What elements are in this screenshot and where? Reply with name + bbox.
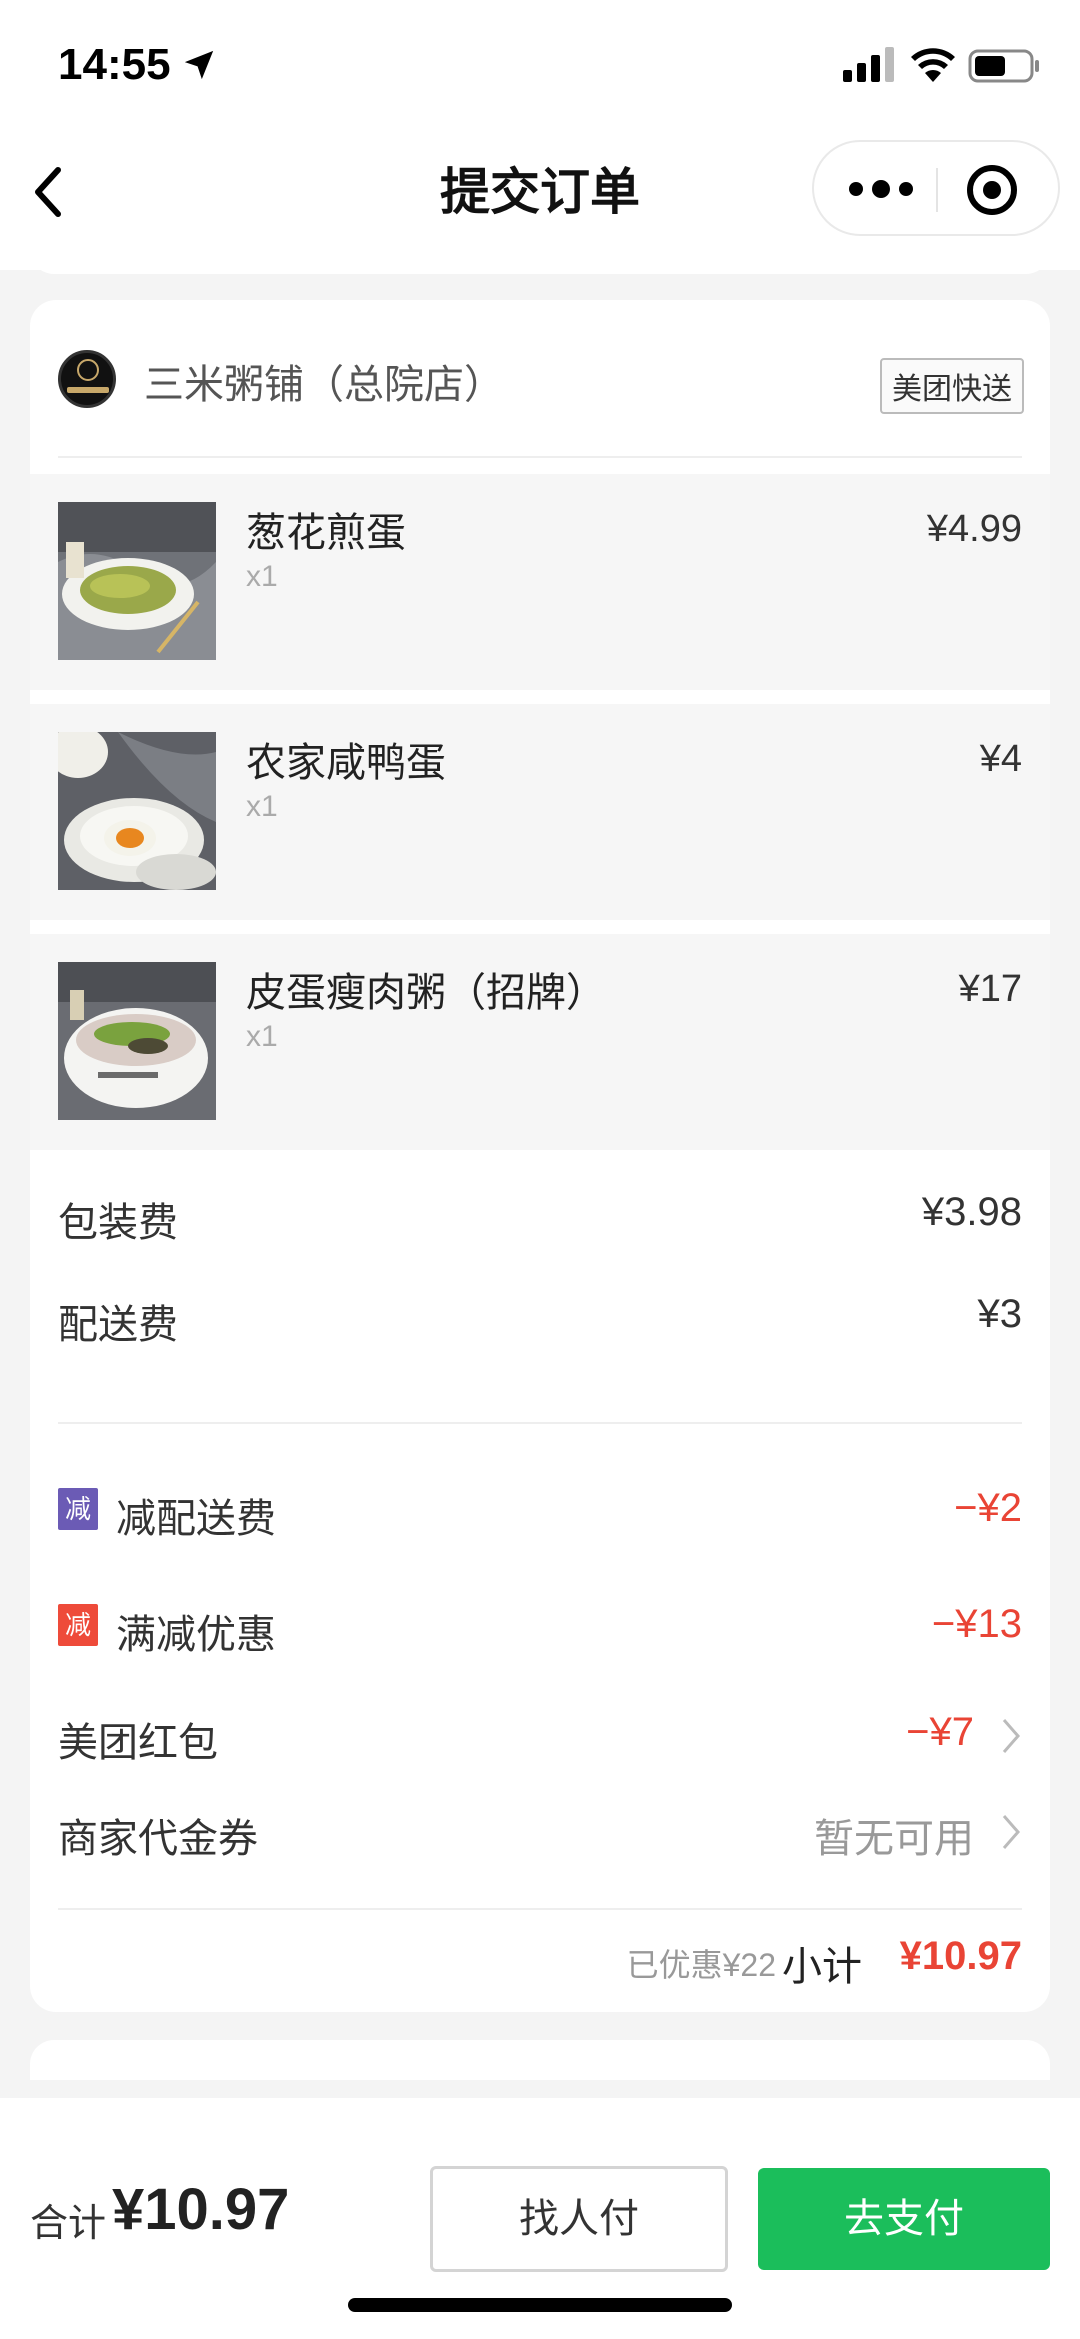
discount-badge: 减 [58,1488,98,1530]
fee-label: 配送费 [58,1303,178,1347]
item-name: 皮蛋瘦肉粥（招牌） [246,971,606,1015]
item-price: ¥4.99 [926,508,1022,550]
friend-pay-button[interactable]: 找人付 [430,2166,728,2272]
fee-label: 包装费 [58,1201,178,1245]
discount-label: 减配送费 [116,1497,276,1541]
red-packet-label: 美团红包 [58,1721,218,1765]
discount-row-full-reduction: 减 满减优惠 −¥13 [58,1596,1022,1657]
shop-logo [58,350,116,408]
delivery-badge: 美团快送 [880,358,1024,414]
red-packet-row[interactable]: 美团红包 −¥7 [58,1704,1022,1765]
close-target-icon[interactable] [964,162,1020,218]
subtotal-value: ¥10.97 [899,1934,1022,1978]
chevron-right-icon [1002,1815,1020,1849]
shop-name: 三米粥铺（总院店） [144,363,504,407]
item-quantity: x1 [246,790,278,823]
order-item: 葱花煎蛋 x1 ¥4.99 [30,474,1050,690]
voucher-value: 暂无可用 [814,1817,974,1861]
capsule-divider [936,168,938,212]
pay-button[interactable]: 去支付 [758,2168,1050,2270]
subtotal-row: 已优惠¥22 小计 ¥10.97 [58,1926,1022,1989]
order-item: 皮蛋瘦肉粥（招牌） x1 ¥17 [30,934,1050,1150]
item-image [58,962,216,1120]
packaging-fee-row: 包装费 ¥3.98 [58,1184,1022,1245]
item-price: ¥4 [979,738,1022,780]
status-time: 14:55 [58,40,171,89]
previous-card-edge [30,240,1050,274]
discount-value: −¥13 [931,1602,1022,1646]
location-arrow-icon [184,50,214,80]
wifi-icon [911,48,955,82]
discount-label: 满减优惠 [116,1613,276,1657]
shop-header[interactable]: 三米粥铺（总院店） 美团快送 [30,300,1050,458]
delivery-fee-row: 配送费 ¥3 [58,1286,1023,1347]
saved-amount: 已优惠¥22 [626,1947,776,1983]
order-card: 三米粥铺（总院店） 美团快送 葱花煎蛋 x1 ¥4.99 农家咸鸭蛋 x1 ¥4… [30,300,1050,2012]
order-item: 农家咸鸭蛋 x1 ¥4 [30,704,1050,920]
next-card-edge [30,2040,1050,2080]
subtotal-label: 小计 [782,1945,862,1989]
item-name: 农家咸鸭蛋 [246,741,446,785]
discount-badge: 减 [58,1604,98,1646]
battery-icon [968,49,1039,83]
miniprogram-capsule [812,140,1060,236]
chevron-right-icon [1002,1719,1020,1753]
home-indicator [348,2298,732,2312]
red-packet-value: −¥7 [906,1710,974,1754]
status-bar: 14:55 [0,0,1080,130]
discount-value: −¥2 [954,1486,1022,1530]
signal-icon [843,47,894,82]
item-name: 葱花煎蛋 [246,511,406,555]
item-image [58,502,216,660]
total-label: 合计 [30,2203,107,2245]
fee-value: ¥3 [977,1292,1023,1336]
item-quantity: x1 [246,1020,278,1053]
divider [58,456,1022,458]
discount-row-delivery: 减 减配送费 −¥2 [58,1480,1022,1541]
divider [58,1908,1022,1910]
voucher-label: 商家代金券 [58,1817,258,1861]
voucher-row[interactable]: 商家代金券 暂无可用 [58,1800,1022,1861]
item-quantity: x1 [246,560,278,593]
more-icon[interactable] [846,164,916,214]
item-image [58,732,216,890]
total-value: ¥10.97 [112,2177,290,2242]
divider [58,1422,1022,1424]
item-price: ¥17 [958,968,1022,1010]
fee-value: ¥3.98 [921,1190,1022,1234]
